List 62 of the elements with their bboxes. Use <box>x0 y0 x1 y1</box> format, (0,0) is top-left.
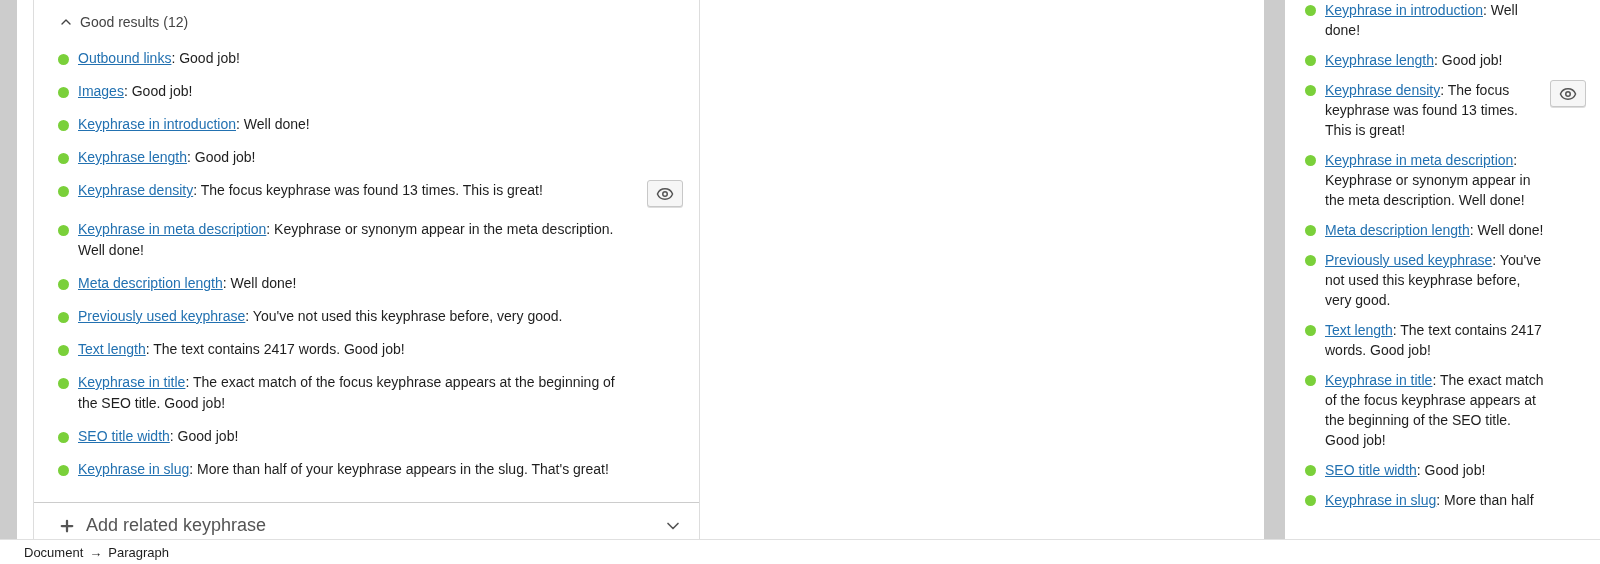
status-dot <box>58 344 69 356</box>
result-text: Keyphrase length: Good job! <box>78 148 257 167</box>
result-link[interactable]: Text length <box>78 341 146 357</box>
result-link[interactable]: Meta description length <box>1325 222 1470 238</box>
status-dot <box>58 377 69 389</box>
status-dot <box>58 464 69 476</box>
result-text: Previously used keyphrase: You've not used this keyphrase before, very good. <box>78 307 564 326</box>
breadcrumb-link[interactable]: Document <box>24 544 84 560</box>
result-text: Keyphrase length: Good job! <box>1325 51 1504 70</box>
result-text: Meta description length: Well done! <box>1325 221 1545 240</box>
result-text: Keyphrase in meta description: Keyphrase or synonym appear in the meta description. Well done! <box>1325 151 1532 210</box>
result-link[interactable]: Keyphrase in introduction <box>1325 2 1483 18</box>
status-dot <box>1305 55 1316 66</box>
status-dot <box>1305 5 1316 16</box>
result-text: Keyphrase in meta description: Keyphrase or synonym appear in the meta description. Well done! <box>78 220 615 260</box>
result-text: Meta description length: Well done! <box>78 274 298 293</box>
result-link[interactable]: SEO title width <box>1325 462 1417 478</box>
result-link[interactable]: SEO title width <box>78 428 170 444</box>
result-text: Keyphrase density: The focus keyphrase was found 13 times. This is great! <box>78 181 544 200</box>
status-dot <box>1305 255 1316 266</box>
status-dot <box>1305 85 1316 96</box>
highlight-button[interactable] <box>1550 80 1586 107</box>
result-text: Keyphrase density: The focus keyphrase was found 13 times. This is great! <box>1325 81 1519 140</box>
result-link[interactable]: Text length <box>1325 322 1393 338</box>
result-link[interactable]: Keyphrase length <box>78 149 187 165</box>
result-text: Text length: The text contains 2417 words. Good job! <box>78 340 406 359</box>
result-text: Keyphrase in slug: More than half of your keyphrase appears in the slug. That's great! <box>78 460 610 479</box>
status-dot <box>58 224 69 236</box>
result-text: Previously used keyphrase: You've not used this keyphrase before, very good. <box>1325 251 1542 310</box>
status-dot <box>1305 155 1316 166</box>
status-dot <box>1305 375 1316 386</box>
result-link[interactable]: Keyphrase length <box>1325 52 1434 68</box>
highlight-button[interactable] <box>647 180 683 207</box>
section-toggle[interactable]: Good results (12) <box>58 10 189 34</box>
status-dot <box>1305 465 1316 476</box>
status-dot <box>58 119 69 131</box>
result-text: Keyphrase in introduction: Well done! <box>78 115 311 134</box>
breadcrumb-separator: → <box>89 544 103 560</box>
result-text: Keyphrase in title: The exact match of the focus keyphrase appears at the beginning of the SEO title. Good job! <box>1325 371 1545 450</box>
status-dot <box>58 311 69 323</box>
result-text: Keyphrase in title: The exact match of the focus keyphrase appears at the beginning of the SEO title. Good job! <box>78 373 616 413</box>
result-text: SEO title width: Good job! <box>1325 461 1487 480</box>
result-link[interactable]: Images <box>78 83 124 99</box>
result-text: Outbound links: Good job! <box>78 49 241 68</box>
result-link[interactable]: Keyphrase in introduction <box>78 116 236 132</box>
status-dot <box>1305 495 1316 506</box>
add-keyphrase-toggle[interactable]: Add related keyphrase <box>34 503 699 536</box>
status-dot <box>58 185 69 197</box>
result-text: SEO title width: Good job! <box>78 427 240 446</box>
status-dot <box>58 53 69 65</box>
result-text: Images: Good job! <box>78 82 194 101</box>
breadcrumb-link[interactable]: Paragraph <box>108 544 169 560</box>
status-dot <box>58 278 69 290</box>
result-text: Keyphrase in slug: More than half <box>1325 491 1535 510</box>
status-dot <box>58 86 69 98</box>
status-dot <box>1305 225 1316 236</box>
result-link[interactable]: Meta description length <box>78 275 223 291</box>
status-dot <box>58 152 69 164</box>
result-text: Keyphrase in introduction: Well done! <box>1325 1 1519 40</box>
result-text: Text length: The text contains 2417 words. Good job! <box>1325 321 1543 360</box>
status-dot <box>1305 325 1316 336</box>
status-dot <box>58 431 69 443</box>
